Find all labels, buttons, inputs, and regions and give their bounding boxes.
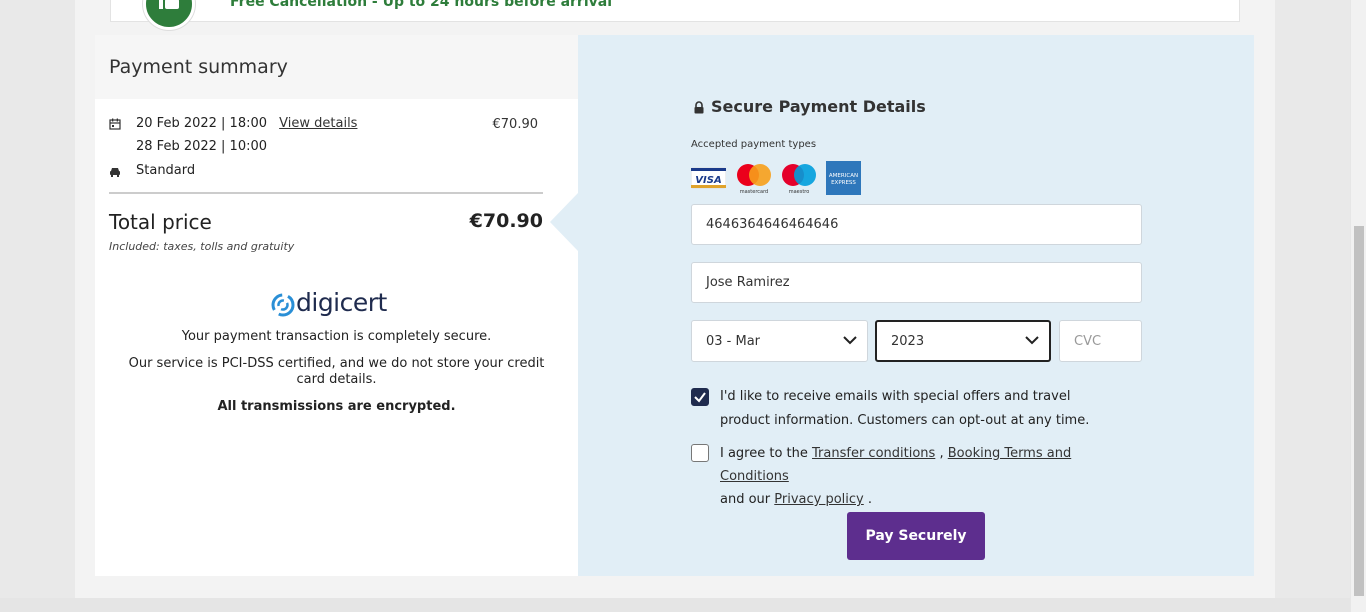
- terms-separator: ,: [939, 446, 944, 461]
- amex-icon: AMERICAN EXPRESS: [826, 161, 861, 195]
- svg-text:EXPRESS: EXPRESS: [831, 180, 856, 186]
- view-details-link[interactable]: View details: [279, 116, 357, 131]
- mastercard-icon: mastercard: [737, 164, 771, 195]
- svg-text:VISA: VISA: [695, 175, 721, 186]
- maestro-icon: maestro: [782, 164, 816, 195]
- visa-icon: VISA: [691, 167, 726, 189]
- outbound-date-text: 20 Feb 2022 | 18:00: [136, 116, 268, 131]
- privacy-policy-link[interactable]: Privacy policy: [774, 492, 863, 507]
- terms-prefix: I agree to the: [720, 446, 808, 461]
- card-number-input[interactable]: 4646364646464646: [691, 204, 1142, 245]
- accepted-payment-label: Accepted payment types: [691, 139, 817, 150]
- calendar-icon: [109, 118, 121, 130]
- page-footer-strip: [0, 598, 1366, 612]
- scrollbar-thumb[interactable]: [1354, 226, 1364, 596]
- outbound-date: 20 Feb 2022 | 18:00 View details: [136, 116, 357, 131]
- terms-checkbox[interactable]: [691, 444, 709, 462]
- terms-label: I agree to the Transfer conditions , Boo…: [720, 442, 1140, 511]
- return-date: 28 Feb 2022 | 10:00: [136, 139, 268, 154]
- svg-text:mastercard: mastercard: [740, 189, 768, 195]
- payment-details-panel: Secure Payment Details Accepted payment …: [578, 35, 1254, 576]
- terms-mid: and our: [720, 492, 771, 507]
- terms-end: .: [867, 492, 873, 507]
- pay-securely-button[interactable]: Pay Securely: [847, 512, 985, 560]
- expiry-year-select[interactable]: 2023: [875, 320, 1051, 362]
- svg-text:AMERICAN: AMERICAN: [829, 173, 858, 179]
- expiry-year-value: 2023: [891, 333, 925, 349]
- vehicle-type: Standard: [136, 163, 196, 178]
- chevron-down-icon: [843, 336, 857, 345]
- secure-line-1: Your payment transaction is completely s…: [181, 329, 492, 344]
- chevron-down-icon: [1025, 336, 1039, 345]
- total-price-label: Total price: [109, 210, 212, 234]
- transfer-conditions-link[interactable]: Transfer conditions: [812, 446, 935, 461]
- cardholder-name-input[interactable]: Jose Ramirez: [691, 262, 1142, 303]
- payment-summary-panel: Payment summary 20 Feb 2022 | 18:00 View…: [95, 35, 578, 576]
- expiry-month-value: 03 - Mar: [706, 333, 761, 349]
- included-note: Included: taxes, tolls and gratuity: [109, 240, 295, 253]
- expiry-month-select[interactable]: 03 - Mar: [691, 320, 868, 362]
- svg-text:maestro: maestro: [789, 189, 810, 195]
- car-icon: [110, 168, 120, 177]
- lock-icon: [694, 101, 704, 114]
- digicert-logo: digicert: [270, 288, 405, 320]
- payment-title: Secure Payment Details: [711, 97, 926, 116]
- digicert-swirl-icon: [271, 293, 295, 317]
- outbound-price: €70.90: [492, 117, 539, 132]
- cvc-input[interactable]: CVC: [1059, 320, 1142, 362]
- digicert-wordmark: digicert: [296, 288, 387, 317]
- vertical-scrollbar[interactable]: [1350, 0, 1366, 612]
- secure-line-2: Our service is PCI-DSS certified, and we…: [128, 356, 545, 387]
- summary-divider: [109, 192, 543, 194]
- summary-title: Payment summary: [109, 56, 288, 78]
- summary-header: Payment summary: [95, 35, 578, 99]
- newsletter-label: I'd like to receive emails with special …: [720, 389, 1090, 428]
- newsletter-checkbox[interactable]: [691, 388, 709, 406]
- secure-line-3: All transmissions are encrypted.: [217, 399, 456, 414]
- checkmark-icon: [694, 392, 706, 403]
- total-price-value: €70.90: [469, 210, 543, 232]
- hand-icon: [159, 0, 179, 9]
- panel-pointer: [550, 193, 578, 251]
- banner-text: Free Cancellation - Up to 24 hours befor…: [230, 0, 612, 10]
